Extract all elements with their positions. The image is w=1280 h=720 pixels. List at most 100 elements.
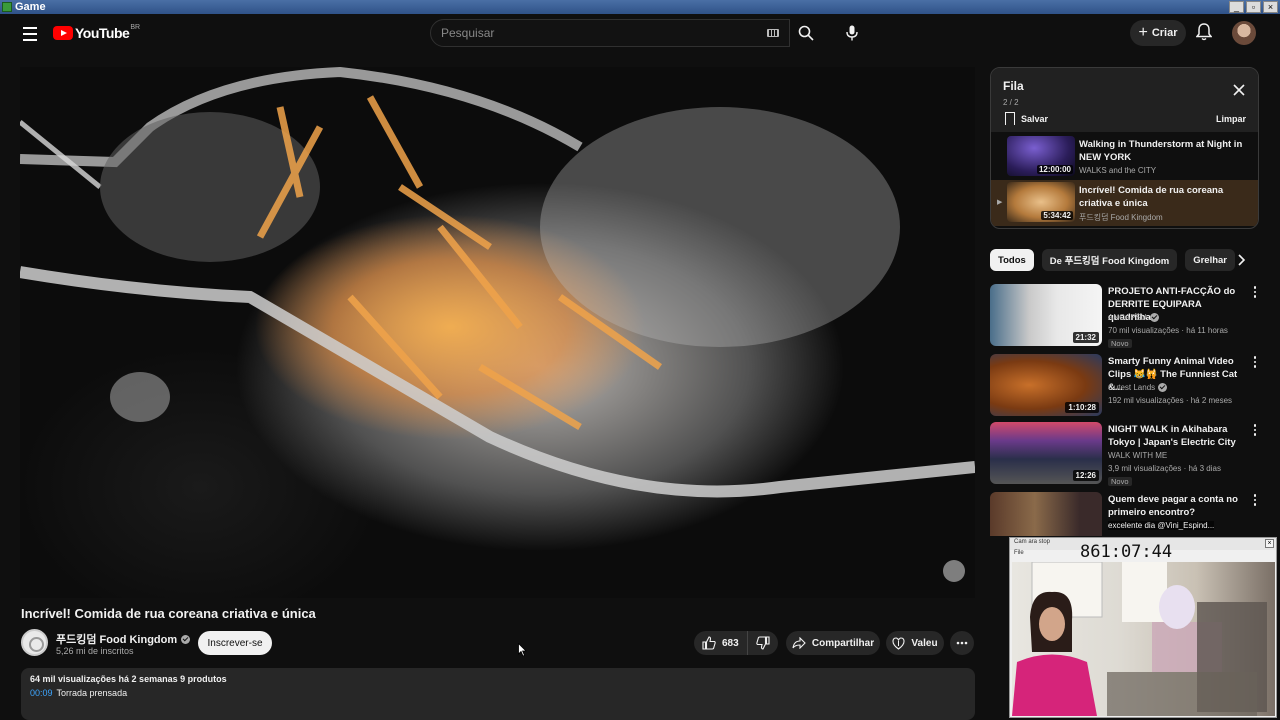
recommendation-item[interactable]: 1:10:28 Smarty Funny Animal Video Clips …	[990, 354, 1260, 418]
user-avatar[interactable]	[1232, 21, 1256, 45]
chip-from-channel[interactable]: De 푸드킹덤 Food Kingdom	[1041, 249, 1178, 271]
dislike-button[interactable]	[748, 631, 778, 655]
recommendation-item[interactable]: 21:32 PROJETO ANTI-FACÇÃO do DERRITE EQU…	[990, 284, 1260, 348]
queue-item[interactable]: 2 12:00:00 Walking in Thunderstorm at Ni…	[991, 134, 1258, 180]
like-button[interactable]: 683	[694, 631, 748, 655]
more-vertical-icon[interactable]	[1252, 424, 1258, 436]
queue-item-title: Incrível! Comida de rua coreana criativa…	[1079, 185, 1224, 209]
share-label: Compartilhar	[811, 637, 875, 649]
thumbs-down-icon	[756, 636, 770, 650]
like-dislike-group: 683	[694, 631, 778, 655]
filter-chips: Todos De 푸드킹덤 Food Kingdom Grelhar	[990, 249, 1235, 271]
verified-badge-icon	[181, 634, 191, 644]
subscribe-button[interactable]: Inscrever-se	[198, 631, 272, 655]
webcam-window-title: Cam ara stop	[1014, 539, 1051, 545]
recommendation-thumbnail	[990, 492, 1102, 536]
chip-all[interactable]: Todos	[990, 249, 1034, 271]
channel-name-text: 푸드킹덤 Food Kingdom	[56, 634, 178, 646]
webcam-close-button[interactable]: ×	[1265, 539, 1274, 548]
hamburger-menu-icon[interactable]	[16, 20, 44, 48]
webcam-overlay-window[interactable]: Cam ara stop File × 861:07:44	[1009, 537, 1277, 718]
queue-item-active[interactable]: ▶ 5:34:42 Incrível! Comida de rua corean…	[991, 180, 1258, 226]
share-arrow-icon	[792, 637, 806, 649]
search-icon	[798, 25, 814, 41]
recommendation-channel-text: Cutest Lands	[1108, 383, 1156, 392]
more-vertical-icon[interactable]	[1252, 356, 1258, 368]
now-playing-icon: ▶	[997, 199, 1003, 206]
channel-watermark-icon[interactable]	[943, 560, 965, 582]
more-vertical-icon[interactable]	[1252, 494, 1258, 506]
minimize-button[interactable]: _	[1229, 1, 1244, 13]
search-input[interactable]	[441, 26, 751, 40]
channel-avatar[interactable]	[21, 629, 48, 656]
voice-search-button[interactable]	[838, 19, 866, 47]
close-icon[interactable]	[1232, 83, 1246, 97]
keyboard-icon[interactable]	[767, 29, 779, 37]
chevron-right-icon[interactable]	[1236, 254, 1246, 266]
recommendation-meta: 3,9 mil visualizações · há 3 dias	[1108, 464, 1221, 473]
microphone-icon	[846, 25, 858, 41]
youtube-play-icon	[53, 26, 73, 40]
share-button[interactable]: Compartilhar	[786, 631, 880, 655]
game-app-icon	[2, 2, 12, 12]
queue-header: Fila 2 / 2 Salvar Limpar	[991, 68, 1258, 132]
recommendation-channel-text: excelente dia @Vini_Espind...	[1108, 521, 1215, 530]
queue-panel: Fila 2 / 2 Salvar Limpar 2 12:00:00 Walk…	[990, 67, 1259, 229]
recommendation-duration: 12:26	[1072, 470, 1099, 481]
more-vertical-icon[interactable]	[1252, 286, 1258, 298]
queue-item-thumbnail: 12:00:00	[1007, 136, 1075, 176]
queue-item-title: Walking in Thunderstorm at Night in NEW …	[1079, 139, 1243, 163]
recommendation-channel: Cutest Lands	[1108, 383, 1168, 392]
os-titlebar: Game _ ▫ ×	[0, 0, 1280, 14]
new-badge: Novo	[1108, 339, 1132, 348]
queue-save-button[interactable]: Salvar	[1005, 112, 1048, 125]
queue-item-channel: WALKS and the CITY	[1079, 166, 1157, 175]
close-window-button[interactable]: ×	[1263, 1, 1278, 13]
os-window-title: Game	[15, 1, 46, 13]
maximize-button[interactable]: ▫	[1246, 1, 1261, 13]
queue-item-duration: 12:00:00	[1036, 165, 1073, 174]
recommendation-item[interactable]: 12:26 NIGHT WALK in Akihabara Tokyo | Ja…	[990, 422, 1260, 486]
create-label: Criar	[1151, 27, 1178, 39]
topbar: YouTube BR + Criar	[0, 14, 1280, 54]
recommendation-channel: ANCAPSU	[1108, 313, 1159, 322]
logo-text: YouTube	[75, 25, 130, 41]
recommendation-thumbnail: 21:32	[990, 284, 1102, 346]
subscriber-count: 5,26 mi de inscritos	[56, 646, 134, 656]
video-player[interactable]	[20, 67, 975, 598]
search-button[interactable]	[790, 19, 822, 47]
queue-clear-button[interactable]: Limpar	[1216, 114, 1246, 124]
recommendation-channel-text: WALK WITH ME	[1108, 451, 1168, 460]
search-box[interactable]	[430, 19, 790, 47]
recommendation-meta: 192 mil visualizações · há 2 meses	[1108, 396, 1233, 405]
recommendation-channel: WALK WITH ME	[1108, 451, 1167, 460]
video-title: Incrível! Comida de rua coreana criativa…	[21, 606, 316, 621]
video-stats: 64 mil visualizações há 2 semanas 9 prod…	[30, 674, 227, 684]
thanks-button[interactable]: Valeu	[886, 631, 944, 655]
chapter-timestamp-link[interactable]: 00:09	[30, 688, 53, 698]
channel-name[interactable]: 푸드킹덤 Food Kingdom	[56, 631, 191, 647]
recommendation-item[interactable]: Quem deve pagar a conta no primeiro enco…	[990, 492, 1260, 536]
queue-save-label: Salvar	[1021, 113, 1049, 124]
queue-count: 2 / 2	[1003, 98, 1019, 107]
queue-item-duration: 5:34:42	[1041, 211, 1073, 220]
create-button[interactable]: + Criar	[1130, 20, 1186, 46]
super-thanks-icon	[892, 636, 905, 650]
os-window-controls: _ ▫ ×	[1229, 1, 1278, 13]
recommendation-title: NIGHT WALK in Akihabara Tokyo | Japan's …	[1108, 424, 1236, 448]
chip-grill[interactable]: Grelhar	[1185, 249, 1235, 271]
mouse-cursor-icon	[518, 643, 527, 657]
new-badge: Novo	[1108, 477, 1132, 486]
recommendation-duration: 21:32	[1072, 332, 1099, 343]
chapter-line: 00:09 Torrada prensada	[30, 688, 966, 698]
recommendation-thumbnail: 1:10:28	[990, 354, 1102, 416]
recommendation-duration: 1:10:28	[1065, 402, 1099, 413]
notifications-bell-icon[interactable]	[1196, 23, 1212, 41]
webcam-menu-file[interactable]: File	[1014, 550, 1024, 556]
plus-icon: +	[1138, 24, 1148, 41]
description-box[interactable]: 64 mil visualizações há 2 semanas 9 prod…	[21, 668, 975, 720]
more-actions-button[interactable]	[950, 631, 974, 655]
webcam-feed	[1012, 562, 1275, 716]
chapter-label: Torrada prensada	[56, 688, 128, 698]
youtube-logo[interactable]: YouTube BR	[53, 24, 140, 41]
